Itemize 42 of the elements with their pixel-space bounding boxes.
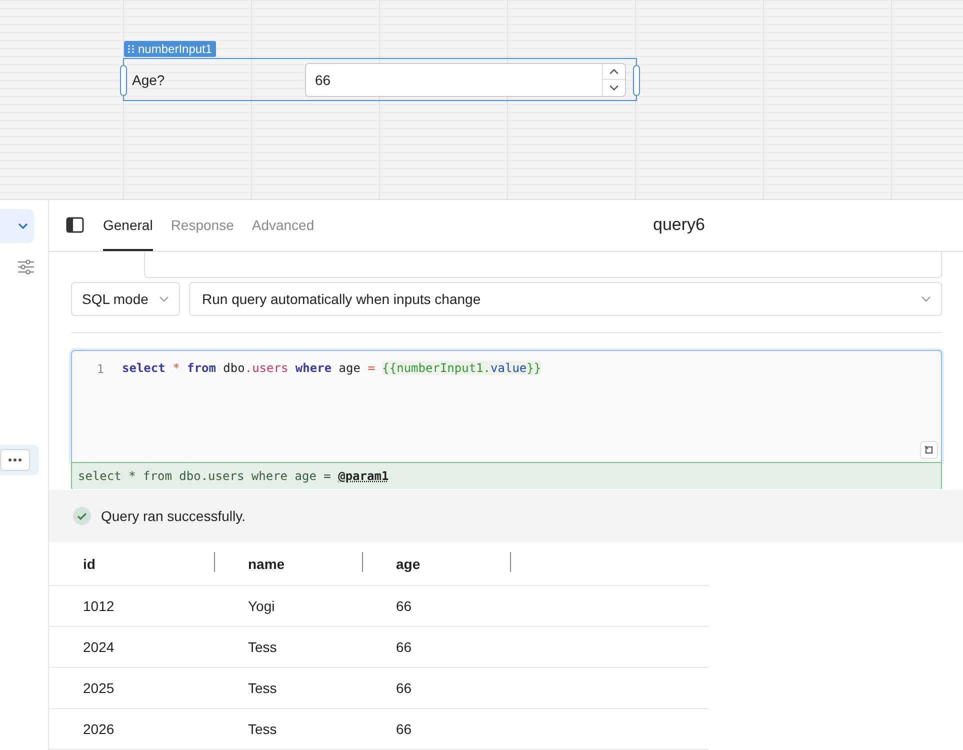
compiled-query: select * from dbo.users where age = @param1 — [78, 469, 389, 484]
chevron-down-icon — [921, 296, 931, 302]
table-cell: 2025 — [83, 680, 114, 696]
resize-handle[interactable] — [633, 65, 640, 96]
field-label: Age? — [132, 72, 166, 88]
table-cell: Tess — [248, 680, 277, 696]
sidebar-panel-icon[interactable] — [66, 217, 84, 234]
success-check-icon — [73, 507, 91, 526]
expand-icon[interactable] — [920, 440, 938, 459]
code-editor[interactable]: 1 select * from dbo.users where age = {{numberInput1.value}} — [71, 350, 942, 462]
resize-handle[interactable] — [120, 65, 127, 96]
more-icon — [8, 458, 22, 462]
settings-sliders-icon[interactable] — [17, 259, 35, 275]
column-header[interactable]: id — [83, 556, 96, 572]
chevron-down-icon — [159, 296, 169, 302]
table-cell: Yogi — [248, 598, 275, 614]
trigger-select[interactable]: Run query automatically when inputs change — [189, 282, 942, 316]
tab[interactable]: Advanced — [252, 200, 314, 251]
sidebar-item[interactable] — [0, 445, 39, 475]
table-cell: Tess — [248, 639, 277, 656]
table-cell: 66 — [396, 680, 412, 696]
column-header[interactable]: name — [248, 556, 285, 572]
mode-select[interactable]: SQL mode — [71, 282, 180, 316]
code-line: select * from dbo.users where age = {{numberInput1.value}} — [122, 360, 542, 375]
grip-icon — [128, 45, 134, 53]
table-cell: 66 — [396, 721, 412, 738]
status-message: Query ran successfully. — [101, 508, 246, 524]
chevron-down-icon — [18, 222, 28, 230]
tab[interactable]: General — [103, 200, 153, 251]
more-button[interactable] — [0, 449, 30, 471]
table-cell: 66 — [396, 598, 412, 614]
table-cell: 1012 — [83, 598, 114, 614]
column-header[interactable]: age — [396, 556, 420, 572]
table-cell: 2026 — [83, 721, 114, 738]
table-cell: 2024 — [83, 639, 114, 656]
tab[interactable]: Response — [170, 200, 234, 251]
table-cell: Tess — [248, 721, 277, 738]
selected-component[interactable]: Age? 66 — [123, 58, 637, 101]
number-input[interactable]: 66 — [305, 62, 626, 96]
query-title: query6 — [653, 215, 705, 236]
line-number: 1 — [96, 362, 104, 376]
table-cell: 66 — [396, 639, 412, 656]
